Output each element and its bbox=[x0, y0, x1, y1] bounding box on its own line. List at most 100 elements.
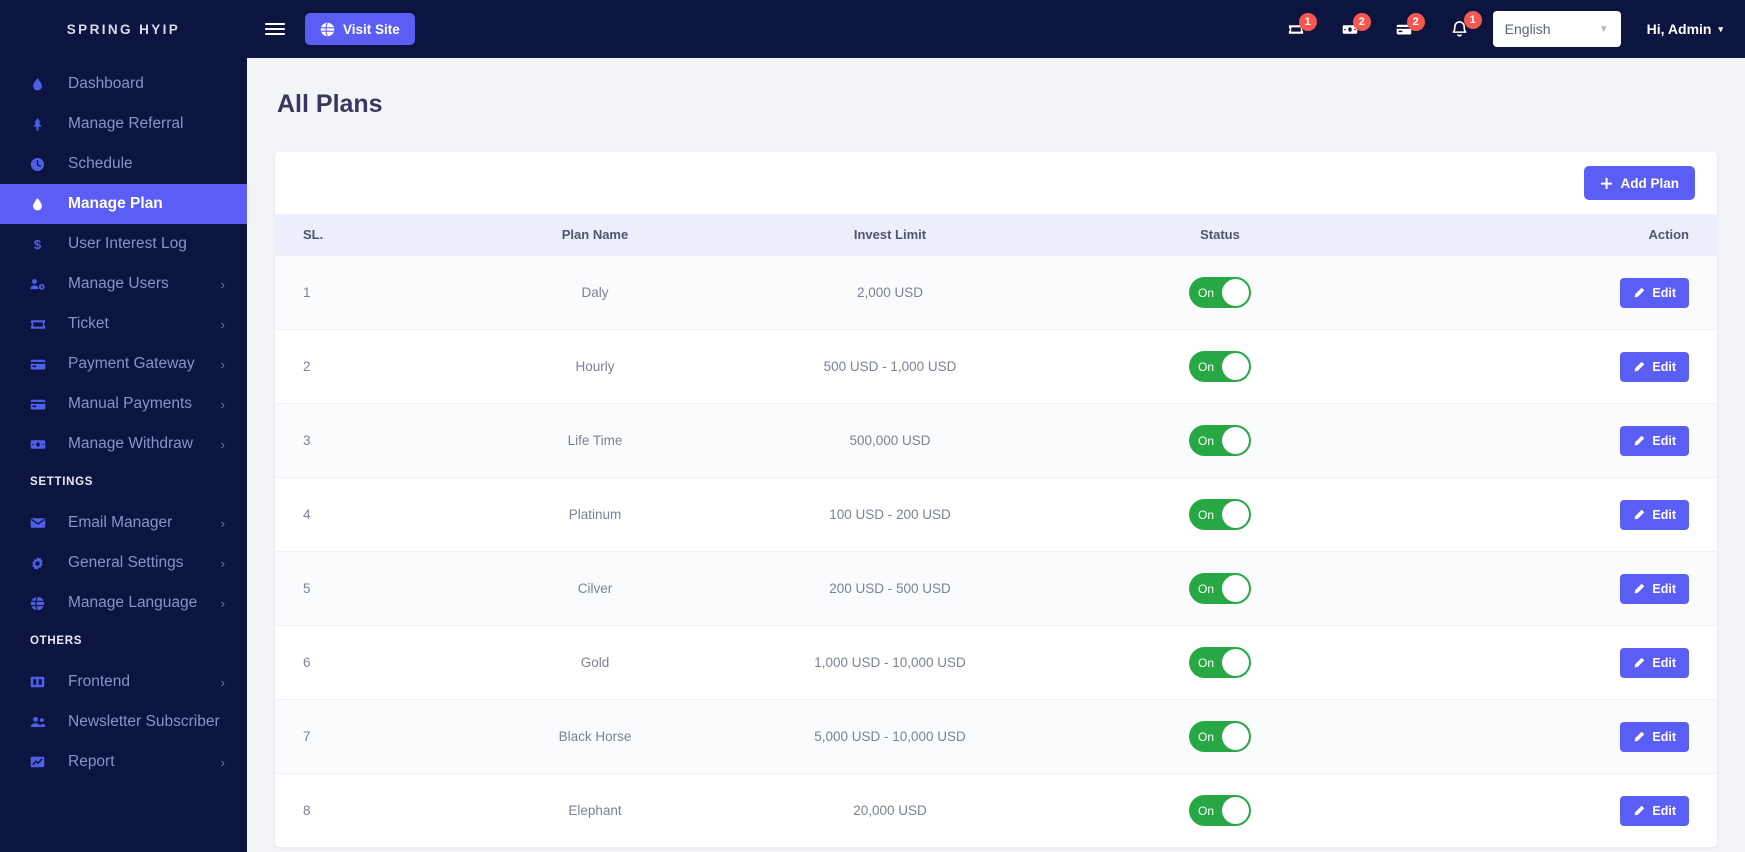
cell-status: On bbox=[1055, 551, 1385, 626]
sidebar-item-report[interactable]: Report › bbox=[0, 742, 247, 782]
status-toggle[interactable]: On bbox=[1189, 425, 1251, 456]
main-content: All Plans Add Plan SL. Plan Name Invest … bbox=[247, 58, 1745, 852]
status-toggle-label: On bbox=[1198, 285, 1215, 300]
hamburger-icon[interactable] bbox=[253, 0, 297, 58]
sidebar-item-ticket[interactable]: Ticket › bbox=[0, 304, 247, 344]
cell-plan-name: Platinum bbox=[465, 477, 725, 552]
chevron-right-icon: › bbox=[220, 754, 225, 770]
cell-action: Edit bbox=[1385, 403, 1717, 478]
chevron-right-icon: › bbox=[220, 595, 225, 611]
edit-button[interactable]: Edit bbox=[1620, 425, 1689, 456]
status-toggle-label: On bbox=[1198, 359, 1215, 374]
sidebar-item-manage-withdraw[interactable]: Manage Withdraw › bbox=[0, 424, 247, 464]
cell-sl: 8 bbox=[275, 773, 465, 847]
edit-button[interactable]: Edit bbox=[1620, 277, 1689, 308]
cell-sl: 7 bbox=[275, 699, 465, 774]
cell-action: Edit bbox=[1385, 551, 1717, 626]
sidebar-item-label: Manual Payments bbox=[68, 395, 193, 412]
sidebar-item-label: Email Manager bbox=[68, 514, 173, 531]
money-bill-icon bbox=[30, 437, 52, 452]
sidebar-item-label: Ticket bbox=[68, 315, 109, 332]
money-bill-icon[interactable]: 2 bbox=[1342, 12, 1371, 37]
sidebar-item-manual-payments[interactable]: Manual Payments › bbox=[0, 384, 247, 424]
sidebar-item-manage-plan[interactable]: Manage Plan bbox=[0, 184, 247, 224]
status-toggle[interactable]: On bbox=[1189, 277, 1251, 308]
status-toggle[interactable]: On bbox=[1189, 647, 1251, 678]
credit-card-icon[interactable]: 2 bbox=[1396, 12, 1425, 37]
sidebar-item-newsletter-subscriber[interactable]: Newsletter Subscriber bbox=[0, 702, 247, 742]
sidebar-item-frontend[interactable]: Frontend › bbox=[0, 662, 247, 702]
column-header-sl: SL. bbox=[303, 227, 324, 242]
sidebar-item-manage-users[interactable]: Manage Users › bbox=[0, 264, 247, 304]
sidebar-item-label: Newsletter Subscriber bbox=[68, 713, 220, 730]
globe-icon bbox=[320, 22, 335, 37]
table-body: 1 Daly 2,000 USD On Edit 2 Hourly 500 USD - 1,0… bbox=[275, 255, 1717, 847]
admin-menu[interactable]: Hi, Admin ▾ bbox=[1647, 21, 1723, 37]
edit-button[interactable]: Edit bbox=[1620, 647, 1689, 678]
cell-sl: 1 bbox=[275, 255, 465, 330]
chevron-right-icon: › bbox=[220, 276, 225, 292]
cell-invest-limit: 500 USD - 1,000 USD bbox=[725, 329, 1055, 404]
pencil-icon bbox=[1633, 657, 1645, 669]
notification-badge: 2 bbox=[1406, 12, 1425, 31]
status-toggle[interactable]: On bbox=[1189, 721, 1251, 752]
sidebar-item-dashboard[interactable]: Dashboard bbox=[0, 64, 247, 104]
edit-button-label: Edit bbox=[1652, 729, 1676, 744]
clock-icon bbox=[30, 157, 52, 172]
cell-action: Edit bbox=[1385, 329, 1717, 404]
visit-site-button[interactable]: Visit Site bbox=[305, 13, 415, 45]
cell-sl: 6 bbox=[275, 625, 465, 700]
status-toggle[interactable]: On bbox=[1189, 499, 1251, 530]
status-toggle[interactable]: On bbox=[1189, 573, 1251, 604]
status-toggle-label: On bbox=[1198, 433, 1215, 448]
hamburger-bar bbox=[265, 23, 285, 26]
status-toggle-knob bbox=[1222, 649, 1249, 676]
sidebar-item-label: Manage Language bbox=[68, 594, 198, 611]
sidebar-item-manage-language[interactable]: Manage Language › bbox=[0, 583, 247, 623]
edit-button[interactable]: Edit bbox=[1620, 795, 1689, 826]
edit-button[interactable]: Edit bbox=[1620, 573, 1689, 604]
add-plan-button[interactable]: Add Plan bbox=[1584, 166, 1695, 200]
tree-icon bbox=[30, 117, 52, 132]
pencil-icon bbox=[1633, 583, 1645, 595]
edit-button[interactable]: Edit bbox=[1620, 351, 1689, 382]
card-toolbar: Add Plan bbox=[275, 152, 1717, 214]
bell-icon[interactable]: 1 bbox=[1450, 10, 1482, 39]
ticket-icon[interactable]: 1 bbox=[1288, 12, 1317, 37]
cell-status: On bbox=[1055, 403, 1385, 478]
sidebar-item-manage-referral[interactable]: Manage Referral bbox=[0, 104, 247, 144]
sidebar-heading-others: OTHERS bbox=[30, 635, 83, 647]
language-select[interactable]: English ▼ bbox=[1492, 11, 1621, 47]
cell-status: On bbox=[1055, 329, 1385, 404]
chevron-right-icon: › bbox=[220, 436, 225, 452]
status-toggle-label: On bbox=[1198, 581, 1215, 596]
sidebar-item-general-settings[interactable]: General Settings › bbox=[0, 543, 247, 583]
cell-invest-limit: 500,000 USD bbox=[725, 403, 1055, 478]
plans-table: SL. Plan Name Invest Limit Status Action… bbox=[275, 214, 1717, 847]
status-toggle[interactable]: On bbox=[1189, 795, 1251, 826]
sidebar-item-schedule[interactable]: Schedule bbox=[0, 144, 247, 184]
table-row: 7 Black Horse 5,000 USD - 10,000 USD On Edit bbox=[275, 699, 1717, 774]
sidebar-item-label: User Interest Log bbox=[68, 235, 187, 252]
sidebar-nav-main: Dashboard Manage Referral Schedule Manage P… bbox=[0, 58, 247, 464]
page-title: All Plans bbox=[277, 90, 383, 118]
sidebar-item-email-manager[interactable]: Email Manager › bbox=[0, 503, 247, 543]
chevron-down-icon: ▾ bbox=[1718, 23, 1723, 34]
column-header-action: Action bbox=[1648, 227, 1689, 242]
edit-button[interactable]: Edit bbox=[1620, 499, 1689, 530]
sidebar-item-user-interest-log[interactable]: $ User Interest Log bbox=[0, 224, 247, 264]
status-toggle[interactable]: On bbox=[1189, 351, 1251, 382]
edit-button[interactable]: Edit bbox=[1620, 721, 1689, 752]
dollar-icon: $ bbox=[30, 237, 52, 252]
svg-text:$: $ bbox=[34, 237, 42, 252]
chevron-right-icon: › bbox=[220, 515, 225, 531]
cell-invest-limit: 100 USD - 200 USD bbox=[725, 477, 1055, 552]
sidebar-item-payment-gateway[interactable]: Payment Gateway › bbox=[0, 344, 247, 384]
add-plan-label: Add Plan bbox=[1620, 175, 1679, 191]
edit-button-label: Edit bbox=[1652, 359, 1676, 374]
pencil-icon bbox=[1633, 731, 1645, 743]
pencil-icon bbox=[1633, 287, 1645, 299]
hamburger-bar bbox=[265, 32, 285, 35]
sidebar-item-label: General Settings bbox=[68, 554, 184, 571]
drop-icon bbox=[30, 77, 52, 92]
